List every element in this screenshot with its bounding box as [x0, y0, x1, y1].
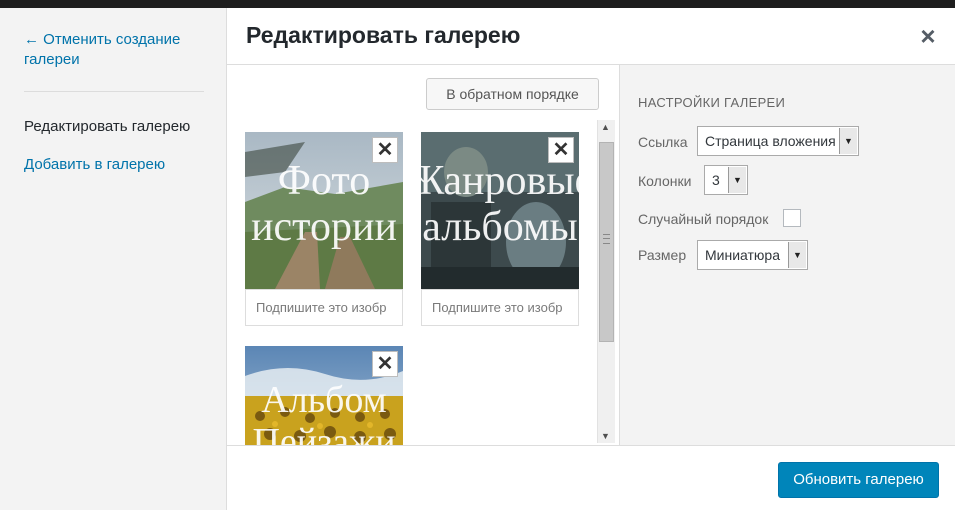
scroll-down-arrow-icon[interactable]: ▼ [601, 431, 610, 441]
page-title: Редактировать галерею [246, 22, 521, 48]
thumb-overlay-text: Жанровые [421, 158, 579, 204]
close-icon[interactable]: × [915, 23, 941, 49]
scroll-grip-icon [603, 234, 610, 244]
cancel-gallery-link[interactable]: ← Отменить создание галереи [24, 30, 204, 70]
thumb-overlay-text: Альбом [261, 379, 386, 421]
top-bar [0, 0, 955, 8]
thumb-overlay-text: Пейзажи [252, 421, 395, 445]
thumb-overlay-text: альбомы [422, 204, 578, 250]
random-order-label: Случайный порядок [638, 211, 769, 227]
random-order-checkbox[interactable] [783, 209, 801, 227]
link-label: Ссылка [638, 134, 688, 150]
chevron-down-icon: ▼ [839, 128, 857, 154]
sidebar-separator [24, 91, 204, 92]
media-sidebar: ← Отменить создание галереи Редактироват… [0, 8, 227, 510]
gallery-settings-panel: НАСТРОЙКИ ГАЛЕРЕИ Ссылка Страница вложен… [619, 65, 955, 445]
size-label: Размер [638, 247, 687, 263]
update-gallery-button[interactable]: Обновить галерею [778, 462, 939, 498]
sidebar-item-edit-gallery[interactable]: Редактировать галерею [24, 117, 190, 137]
scroll-thumb[interactable] [599, 142, 614, 342]
content-scrollbar[interactable]: ▲ ▼ [597, 120, 615, 443]
size-select-value: Миниатюра [705, 247, 780, 263]
modal-footer: Обновить галерею [227, 445, 955, 510]
columns-select-value: 3 [712, 172, 720, 188]
columns-label: Колонки [638, 173, 692, 189]
caption-field[interactable]: Подпишите это изобр [421, 289, 579, 326]
caption-field[interactable]: Подпишите это изобр [245, 289, 403, 326]
chevron-down-icon: ▼ [788, 242, 806, 268]
remove-item-button[interactable]: ✕ [372, 351, 398, 377]
size-select[interactable]: Миниатюра ▼ [697, 240, 808, 270]
scroll-up-arrow-icon[interactable]: ▲ [601, 122, 610, 132]
remove-item-button[interactable]: ✕ [372, 137, 398, 163]
link-select[interactable]: Страница вложения ▼ [697, 126, 859, 156]
settings-heading: НАСТРОЙКИ ГАЛЕРЕИ [638, 95, 786, 110]
sidebar-item-add-to-gallery[interactable]: Добавить в галерею [24, 155, 165, 175]
link-select-value: Страница вложения [705, 133, 836, 149]
remove-item-button[interactable]: ✕ [548, 137, 574, 163]
columns-select[interactable]: 3 ▼ [704, 165, 748, 195]
chevron-down-icon: ▼ [728, 167, 746, 193]
thumb-overlay-text: Фото [278, 158, 370, 204]
reverse-order-button[interactable]: В обратном порядке [426, 78, 599, 110]
thumb-overlay-text: истории [251, 204, 397, 250]
gallery-content: В обратном порядке Фото истории ✕ Подпиш… [227, 65, 619, 445]
